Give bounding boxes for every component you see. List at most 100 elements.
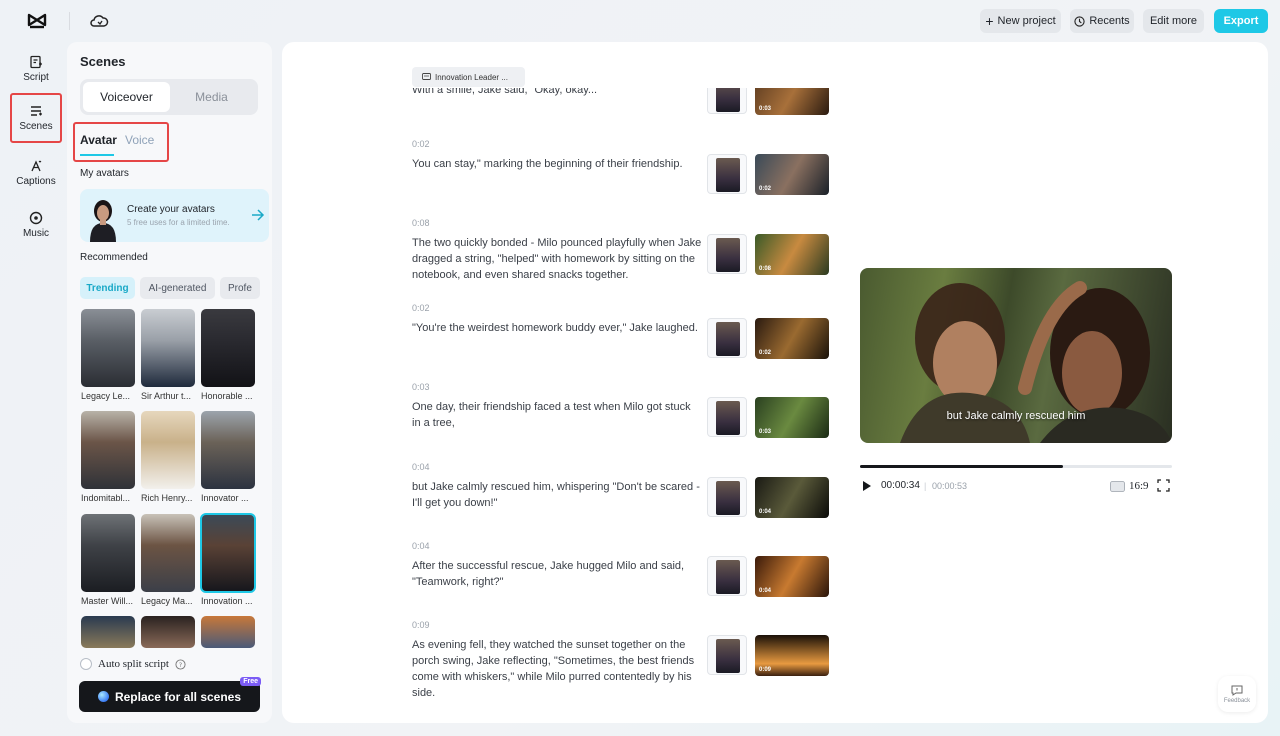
ai-orb-icon [97,691,109,702]
tab-media[interactable]: Media [168,82,255,112]
scene-item[interactable]: 0:03 One day, their friendship faced a t… [412,382,702,431]
scene-media-thumb[interactable]: 0:04 [755,556,829,597]
scene-avatar-thumb[interactable] [707,154,747,194]
avatar-card[interactable]: Sir Arthur t... [141,309,195,401]
scene-avatar-thumb[interactable] [707,556,747,596]
preview-subtitle: but Jake calmly rescued him [946,410,1086,422]
avatar-card[interactable]: Innovator ... [201,411,255,503]
script-icon [30,55,42,69]
clock-icon [1074,15,1085,27]
scene-media-thumb[interactable]: 0:09 [755,635,829,676]
scene-item[interactable]: 0:04 After the successful rescue, Jake h… [412,541,702,590]
avatar-voice-tabs: Avatar Voice [73,122,169,162]
scene-avatar-thumb[interactable] [707,477,747,517]
play-icon[interactable] [862,480,872,492]
avatar-card[interactable]: Legacy Le... [81,309,135,401]
create-avatar-card[interactable]: Create your avatars 5 free uses for a li… [80,189,269,242]
scene-avatar-thumb[interactable] [707,88,747,114]
avatar-card[interactable]: Legacy Ma... [141,514,195,606]
tab-voiceover[interactable]: Voiceover [83,82,170,112]
avatar-thumbnail [201,616,255,648]
scene-item[interactable]: 0:02 You can stay," marking the beginnin… [412,139,702,172]
scene-item[interactable]: 0:09 As evening fell, they watched the s… [412,620,702,701]
svg-text:?: ? [179,660,182,668]
capcut-logo-icon[interactable] [26,11,48,31]
rail-script[interactable]: Script [10,44,62,94]
avatar-tag[interactable]: Innovation Leader ... [412,67,525,87]
rail-scenes[interactable]: Scenes [10,93,62,143]
edit-more-button[interactable]: Edit more [1143,9,1204,33]
avatar-card[interactable]: Indomitabl... [81,411,135,503]
scene-item[interactable]: 0:02 "You're the weirdest homework buddy… [412,303,702,336]
avatar-thumbnail [141,616,195,648]
scene-item[interactable]: 0:04 but Jake calmly rescued him, whispe… [412,462,702,511]
rail-captions[interactable]: Captions [10,148,62,198]
new-project-button[interactable]: + New project [980,9,1061,33]
chip-ai-generated[interactable]: AI-generated [140,277,215,299]
rail-music[interactable]: Music [10,200,62,250]
avatar-thumbnail [201,309,255,387]
create-avatar-subtitle: 5 free uses for a limited time. [127,218,230,227]
free-badge: Free [240,677,261,686]
scene-media-thumb[interactable]: 0:03 [755,88,829,115]
feedback-button[interactable]: Feedback [1218,676,1256,712]
scene-avatar-thumb[interactable] [707,635,747,675]
avatar-card[interactable]: Master Will... [81,514,135,606]
create-avatar-title: Create your avatars [127,204,215,215]
chip-trending[interactable]: Trending [80,277,135,299]
tab-avatar[interactable]: Avatar [80,133,117,147]
avatar-thumbnail [141,309,195,387]
total-time: 00:00:53 [932,481,968,491]
scene-avatar-thumb[interactable] [707,234,747,274]
captions-icon [31,160,42,172]
help-icon[interactable]: ? [175,658,186,670]
avatar-thumbnail [81,514,135,592]
chip-professional[interactable]: Profe [220,277,260,299]
scene-media-thumb[interactable]: 0:04 [755,477,829,518]
cloud-sync-icon[interactable] [89,12,109,30]
avatar-card[interactable]: Rich Henry... [141,411,195,503]
current-time: 00:00:34 [881,480,920,491]
recommended-label: Recommended [80,252,148,263]
tab-voice[interactable]: Voice [125,133,154,147]
recents-button[interactable]: Recents [1070,9,1134,33]
scene-avatar-thumb[interactable] [707,397,747,437]
progress-fill [860,465,1064,468]
video-preview[interactable]: but Jake calmly rescued him [860,268,1172,443]
top-bar: + New project Recents Edit more Export [0,0,1280,42]
avatar-card[interactable] [201,616,255,648]
script-editor: Innovation Leader ... With a smile, Jake… [282,42,1268,723]
avatar-card-selected[interactable]: Innovation ... [200,513,256,606]
avatar-tag-icon [422,73,431,80]
fullscreen-icon[interactable] [1157,479,1170,492]
avatar-card[interactable]: Honorable ... [201,309,255,401]
auto-split-option[interactable]: Auto split script ? [80,658,186,670]
avatar-thumbnail [141,411,195,489]
avatar-thumbnail [200,513,256,593]
replace-all-scenes-button[interactable]: Replace for all scenes Free [79,677,261,712]
plus-icon: + [985,12,994,29]
playback-progress[interactable] [860,465,1172,468]
avatar-thumbnail [81,616,135,648]
scene-item[interactable]: With a smile, Jake said, "Okay, okay... [412,88,702,98]
my-avatars-label: My avatars [80,168,129,179]
aspect-ratio-button[interactable]: 16:9 [1110,480,1149,492]
avatar-thumbnail [201,411,255,489]
scene-media-thumb[interactable]: 0:02 [755,154,829,195]
scenes-panel: Scenes Voiceover Media Avatar Voice My a… [67,42,272,723]
time-separator: | [924,481,927,491]
active-tab-underline [80,154,114,156]
scene-media-thumb[interactable]: 0:03 [755,397,829,438]
avatar-thumbnail [141,514,195,592]
scene-avatar-thumb[interactable] [707,318,747,358]
feedback-icon [1231,685,1243,696]
avatar-thumbnail [81,309,135,387]
avatar-card[interactable] [141,616,195,648]
scene-item[interactable]: 0:08 The two quickly bonded - Milo pounc… [412,218,702,283]
auto-split-radio[interactable] [80,658,92,670]
export-button[interactable]: Export [1214,9,1268,33]
voiceover-media-switch: Voiceover Media [80,79,258,115]
scene-media-thumb[interactable]: 0:02 [755,318,829,359]
avatar-card[interactable] [81,616,135,648]
scene-media-thumb[interactable]: 0:08 [755,234,829,275]
